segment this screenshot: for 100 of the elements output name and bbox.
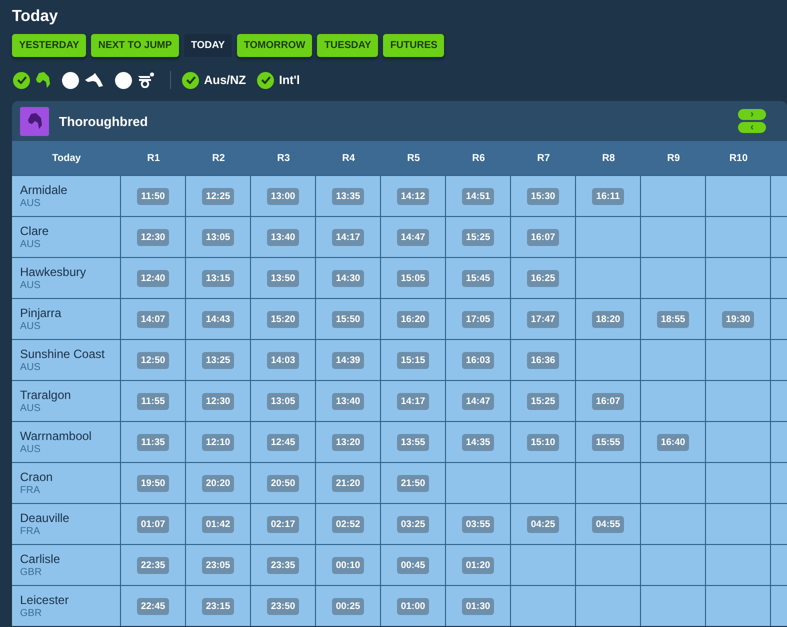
day-tab[interactable]: NEXT TO JUMP xyxy=(91,34,179,57)
race-time[interactable]: 14:35 xyxy=(462,434,494,450)
race-time[interactable]: 16:07 xyxy=(526,228,560,246)
race-time[interactable]: 12:10 xyxy=(202,434,234,450)
checkbox[interactable] xyxy=(115,72,132,88)
scroll-button[interactable]: ‹ xyxy=(738,122,766,133)
race-time[interactable]: 00:25 xyxy=(332,598,364,614)
race-time[interactable]: 14:43 xyxy=(202,310,234,328)
venue-name[interactable]: Sunshine Coast xyxy=(20,347,105,361)
race-time[interactable]: 19:30 xyxy=(722,310,754,328)
race-time[interactable]: 12:50 xyxy=(136,352,170,368)
race-time[interactable]: 21:20 xyxy=(332,474,364,492)
venue-name[interactable]: Clare xyxy=(20,224,49,238)
race-time[interactable]: 12:40 xyxy=(136,270,170,286)
race-time[interactable]: 11:55 xyxy=(137,392,169,410)
day-tab[interactable]: TOMORROW xyxy=(236,34,312,57)
race-time[interactable]: 12:45 xyxy=(266,434,300,450)
race-time[interactable]: 15:10 xyxy=(526,434,560,450)
race-time[interactable]: 15:25 xyxy=(526,392,560,410)
race-time[interactable]: 18:20 xyxy=(592,310,624,328)
race-time[interactable]: 15:25 xyxy=(462,228,494,246)
venue-name[interactable]: Traralgon xyxy=(20,388,71,402)
race-time[interactable]: 01:00 xyxy=(396,598,430,614)
scroll-button[interactable]: › xyxy=(738,109,766,120)
race-time[interactable]: 14:47 xyxy=(462,392,494,410)
race-time[interactable]: 13:25 xyxy=(202,352,234,368)
race-time[interactable]: 12:30 xyxy=(202,392,234,410)
race-time[interactable]: 13:40 xyxy=(332,392,364,410)
race-time[interactable]: 14:03 xyxy=(266,352,300,368)
race-time[interactable]: 12:25 xyxy=(202,188,234,204)
checkbox[interactable] xyxy=(62,72,79,88)
race-time[interactable]: 01:42 xyxy=(202,516,234,532)
race-time[interactable]: 16:25 xyxy=(526,270,560,286)
race-time[interactable]: 15:20 xyxy=(266,310,300,328)
venue-name[interactable]: Carlisle xyxy=(20,552,60,566)
race-time[interactable]: 11:50 xyxy=(137,188,169,204)
venue-name[interactable]: Leicester xyxy=(20,593,69,607)
race-time[interactable]: 17:05 xyxy=(462,310,494,328)
race-time[interactable]: 15:55 xyxy=(592,434,624,450)
race-time[interactable]: 00:45 xyxy=(396,556,430,574)
race-time[interactable]: 13:55 xyxy=(396,434,430,450)
race-time[interactable]: 13:05 xyxy=(202,228,234,246)
race-time[interactable]: 03:55 xyxy=(462,516,494,532)
race-time[interactable]: 15:50 xyxy=(332,310,364,328)
race-time[interactable]: 23:50 xyxy=(266,598,300,614)
race-time[interactable]: 14:12 xyxy=(396,188,430,204)
race-time[interactable]: 14:30 xyxy=(332,270,364,286)
race-time[interactable]: 14:47 xyxy=(396,228,430,246)
race-time[interactable]: 13:15 xyxy=(202,270,234,286)
race-time[interactable]: 03:25 xyxy=(396,516,430,532)
day-tab[interactable]: YESTERDAY xyxy=(12,34,86,57)
race-time[interactable]: 16:03 xyxy=(462,352,494,368)
venue-name[interactable]: Craon xyxy=(20,470,53,484)
race-time[interactable]: 14:51 xyxy=(462,188,494,204)
checkbox[interactable] xyxy=(182,72,199,88)
race-time[interactable]: 23:35 xyxy=(266,556,300,574)
race-time[interactable]: 22:35 xyxy=(136,556,170,574)
race-time[interactable]: 04:55 xyxy=(592,516,624,532)
race-time[interactable]: 13:40 xyxy=(266,228,300,246)
race-time[interactable]: 02:52 xyxy=(332,516,364,532)
race-time[interactable]: 16:07 xyxy=(592,392,624,410)
race-time[interactable]: 13:50 xyxy=(266,270,300,286)
race-time[interactable]: 15:45 xyxy=(462,270,494,286)
race-time[interactable]: 18:55 xyxy=(656,310,690,328)
race-time[interactable]: 04:25 xyxy=(526,516,560,532)
day-tab[interactable]: TODAY xyxy=(184,34,232,57)
race-time[interactable]: 13:20 xyxy=(332,434,364,450)
race-time[interactable]: 16:20 xyxy=(396,310,430,328)
race-time[interactable]: 14:39 xyxy=(332,352,364,368)
day-tab[interactable]: FUTURES xyxy=(383,34,444,57)
race-time[interactable]: 12:30 xyxy=(136,228,170,246)
race-time[interactable]: 01:07 xyxy=(136,516,170,532)
race-time[interactable]: 20:50 xyxy=(266,474,300,492)
venue-name[interactable]: Deauville xyxy=(20,511,70,525)
venue-name[interactable]: Armidale xyxy=(20,183,68,197)
day-tab[interactable]: TUESDAY xyxy=(317,34,378,57)
race-time[interactable]: 23:15 xyxy=(202,598,234,614)
race-time[interactable]: 13:35 xyxy=(332,188,364,204)
race-time[interactable]: 02:17 xyxy=(266,516,300,532)
race-time[interactable]: 14:17 xyxy=(332,228,364,246)
race-time[interactable]: 15:15 xyxy=(396,352,430,368)
venue-name[interactable]: Warrnambool xyxy=(20,429,92,443)
venue-name[interactable]: Pinjarra xyxy=(20,306,62,320)
checkbox[interactable] xyxy=(13,72,30,88)
race-time[interactable]: 13:05 xyxy=(266,392,300,410)
race-time[interactable]: 16:40 xyxy=(656,434,690,450)
race-time[interactable]: 16:36 xyxy=(526,352,560,368)
race-time[interactable]: 14:07 xyxy=(136,310,170,328)
race-time[interactable]: 00:10 xyxy=(332,556,364,574)
race-time[interactable]: 01:30 xyxy=(462,598,494,614)
race-time[interactable]: 01:20 xyxy=(462,556,494,574)
race-time[interactable]: 15:30 xyxy=(526,188,560,204)
race-time[interactable]: 19:50 xyxy=(136,474,170,492)
venue-name[interactable]: Hawkesbury xyxy=(20,265,86,279)
race-time[interactable]: 15:05 xyxy=(396,270,430,286)
race-time[interactable]: 13:00 xyxy=(266,188,300,204)
race-time[interactable]: 16:11 xyxy=(592,188,624,204)
race-time[interactable]: 20:20 xyxy=(202,474,234,492)
checkbox[interactable] xyxy=(257,72,274,88)
race-time[interactable]: 21:50 xyxy=(396,474,430,492)
